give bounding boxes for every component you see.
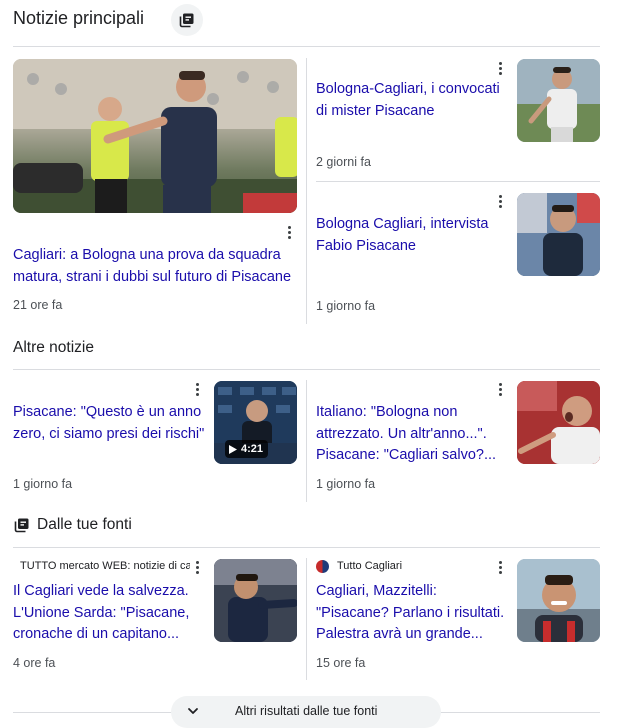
article-headline-7[interactable]: Cagliari, Mazzitelli: "Pisacane? Parlano… [316,581,508,646]
stack-icon-button[interactable] [171,4,203,36]
column-divider [306,58,307,324]
article-time-5: 1 giorno fa [316,477,376,491]
chevron-down-icon [188,708,198,714]
photo-coach-white-shirt [517,59,600,142]
more-results-button[interactable]: Altri risultati dalle tue fonti [171,696,441,728]
article-time-3: 1 giorno fa [316,299,376,313]
more-vert-icon[interactable] [192,381,202,397]
video-duration-badge: 4:21 [225,440,269,458]
divider [13,46,600,47]
article-time-6: 4 ore fa [13,656,56,670]
photo-shouting-coach [517,381,600,464]
section-title-top: Notizie principali [13,8,145,28]
more-vert-icon[interactable] [495,60,505,76]
source-name[interactable]: TUTTO mercato WEB: notizie di ca [20,560,190,572]
more-vert-icon[interactable] [495,381,505,397]
article-image-7[interactable] [517,559,600,642]
column-divider [306,558,307,680]
more-vert-icon[interactable] [495,559,505,575]
article-image-6[interactable] [214,559,297,642]
column-divider [306,380,307,502]
article-headline-6[interactable]: Il Cagliari vede la salvezza. L'Unione S… [13,581,205,646]
article-headline-5[interactable]: Italiano: "Bologna non attrezzato. Un al… [316,402,508,467]
more-vert-icon[interactable] [495,193,505,209]
more-results-label: Altri risultati dalle tue fonti [235,704,378,718]
source-logo [13,560,17,574]
article-image-3[interactable] [517,193,600,276]
article-time-2: 2 giorni fa [316,155,371,169]
divider [316,181,600,182]
photo-player-pointing [214,559,297,642]
article-time-1: 21 ore fa [13,298,63,312]
article-headline-1[interactable]: Cagliari: a Bologna una prova da squadra… [13,245,298,288]
video-duration: 4:21 [241,443,264,455]
article-headline-3[interactable]: Bologna Cagliari, intervista Fabio Pisac… [316,214,508,257]
source-logo [316,560,329,573]
divider [13,547,600,548]
photo-coach-interview [517,193,600,276]
article-time-4: 1 giorno fa [13,477,73,491]
article-headline-2[interactable]: Bologna-Cagliari, i convocati di mister … [316,79,508,122]
more-vert-icon[interactable] [284,224,294,240]
play-icon [229,444,237,454]
more-vert-icon[interactable] [192,559,202,575]
photo-coach-sideline [13,59,297,213]
stack-icon [14,518,29,533]
article-image-1[interactable] [13,59,297,213]
photo-player-smiling [517,559,600,642]
article-video-4[interactable]: 4:21 [214,381,297,464]
article-headline-4[interactable]: Pisacane: "Questo è un anno zero, ci sia… [13,402,205,445]
article-image-5[interactable] [517,381,600,464]
stack-icon [179,13,194,28]
section-title-other: Altre notizie [13,339,94,356]
divider [13,369,600,370]
source-name[interactable]: Tutto Cagliari [337,560,487,572]
section-title-sources: Dalle tue fonti [37,516,132,533]
article-image-2[interactable] [517,59,600,142]
article-time-7: 15 ore fa [316,656,366,670]
